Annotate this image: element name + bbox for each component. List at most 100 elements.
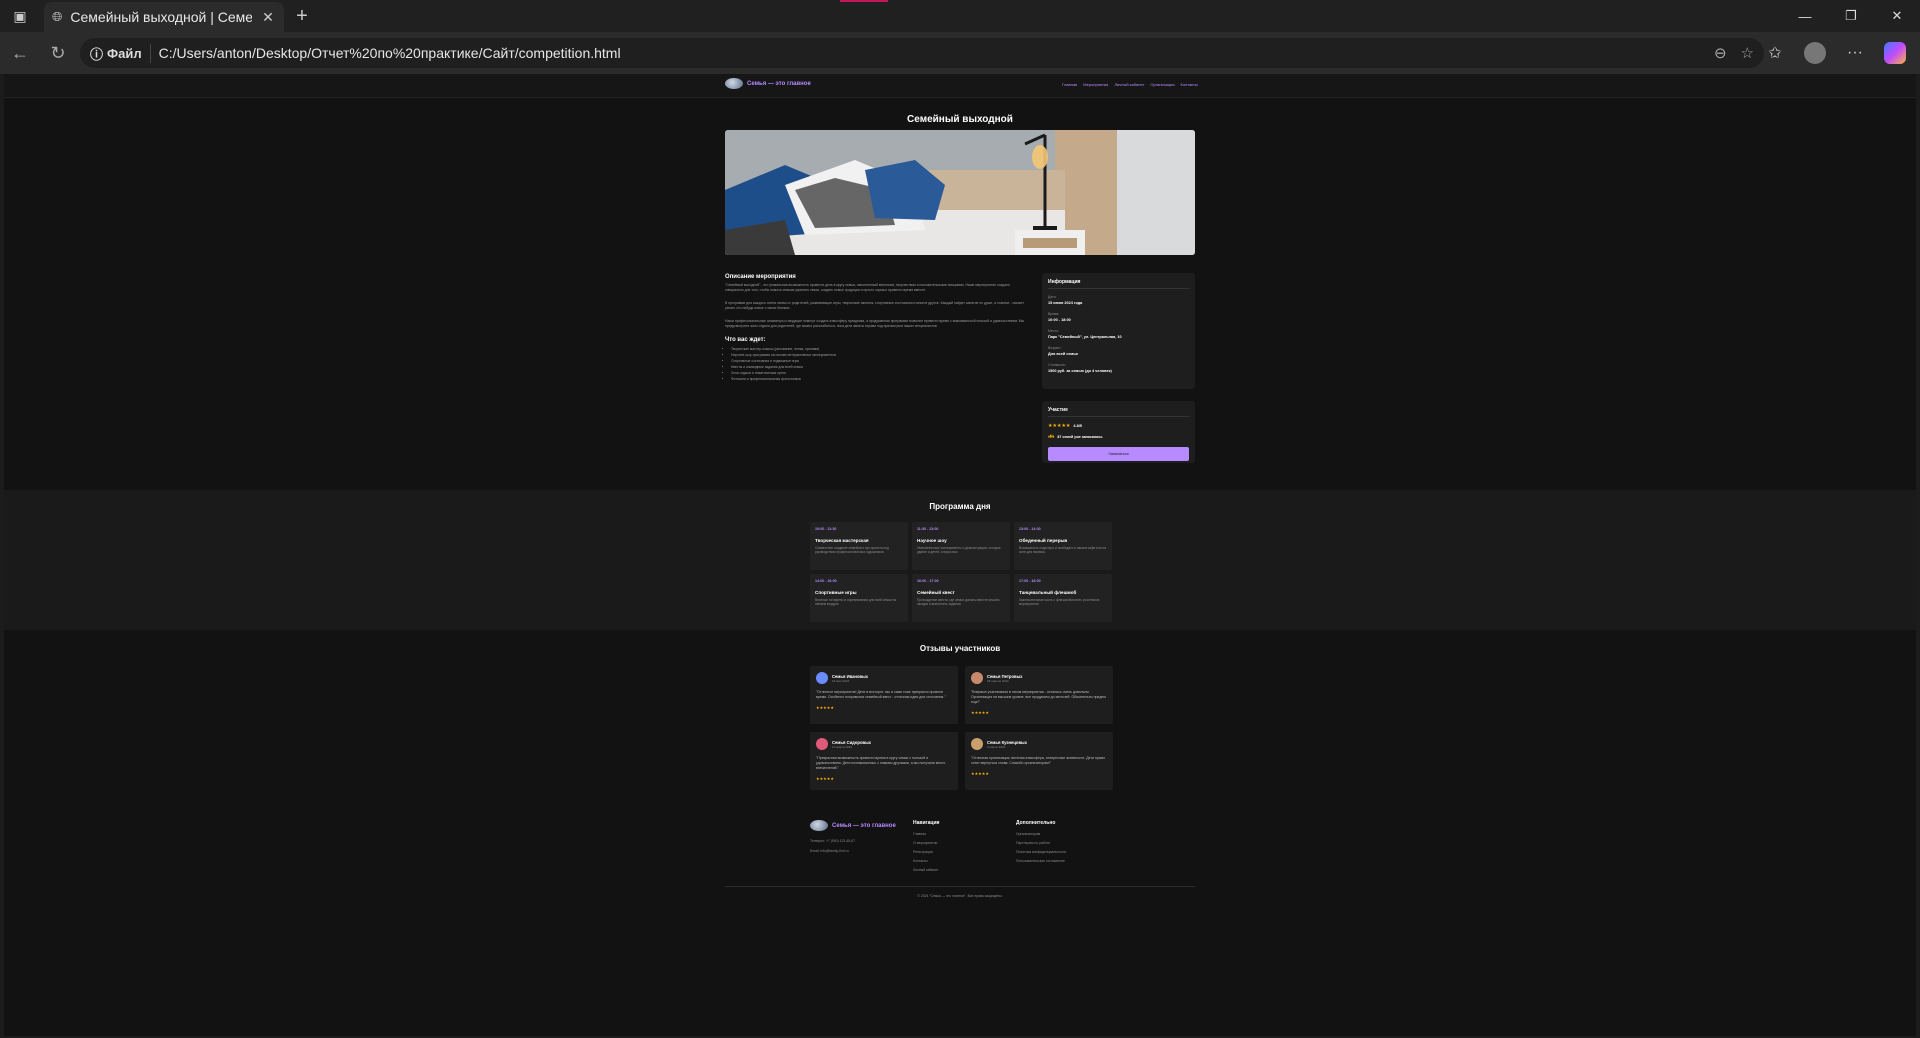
url-text[interactable]: C:/Users/anton/Desktop/Отчет%20по%20прак… [159, 45, 1706, 61]
site-logo[interactable]: Семья — это главное [725, 78, 811, 89]
footer-logo-text[interactable]: Семья — это главное [832, 823, 896, 829]
site-info-button[interactable]: ⓘ Файл [90, 43, 151, 63]
reload-icon[interactable]: ↻ [40, 35, 76, 71]
review-stars: ★★★★★ [971, 771, 989, 776]
copyright: © 2024 "Семья — это главное". Все права … [917, 894, 1003, 898]
back-icon[interactable]: ← [2, 35, 38, 71]
program-name: Спортивные игры [815, 590, 857, 595]
avatar [971, 672, 983, 684]
participants-count: 87 семей уже записались [1057, 435, 1103, 439]
copilot-icon[interactable] [1884, 42, 1906, 64]
favorites-icon[interactable]: ✩ [1760, 38, 1790, 68]
minimize-icon[interactable]: — [1782, 0, 1828, 32]
info-label: Место: [1048, 329, 1059, 333]
list-item: Фотозона и профессиональная фотосъемка [731, 376, 1029, 382]
program-name: Научное шоу [917, 538, 947, 543]
info-value: Парк "Семейный", ул. Центральная, 10 [1048, 335, 1122, 339]
avatar [816, 738, 828, 750]
reviews-title: Отзывы участников [919, 644, 1001, 653]
review-card: Семья Ивановых 15 мая 2024 "Отличное мер… [810, 666, 958, 724]
nav-events[interactable]: Мероприятия [1083, 82, 1108, 87]
close-window-icon[interactable]: ✕ [1874, 0, 1920, 32]
tab-title: Семейный выходной | Семейн [70, 9, 252, 25]
program-desc: Прохождение квеста, где семьи должны вме… [917, 598, 1000, 607]
review-author: Семья Ивановых [832, 673, 869, 679]
program-name: Семейный квест [917, 590, 955, 595]
review-date: 28 апреля 2024 [987, 678, 1009, 683]
program-time: 14:00 - 16:00 [815, 579, 837, 583]
program-desc: Заключительная часть с флешмобом всех уч… [1019, 598, 1100, 607]
program-time: 11:30 - 13:00 [917, 527, 939, 531]
address-bar: ← ↻ ⓘ Файл C:/Users/anton/Desktop/Отчет%… [0, 32, 1920, 74]
review-stars: ★★★★★ [816, 776, 834, 781]
review-stars: ★★★★★ [816, 705, 834, 710]
info-value: Для всей семьи [1048, 352, 1078, 356]
reviews-grid: Семья Ивановых 15 мая 2024 "Отличное мер… [810, 666, 1113, 790]
nav-home[interactable]: Главная [1062, 82, 1077, 87]
tab-actions-icon[interactable]: ▣ [0, 0, 40, 32]
description-paragraph: В программе для каждого члена семьи от р… [725, 301, 1024, 310]
program-card: 13:00 - 14:00 Обеденный перерыв Возможно… [1014, 522, 1112, 570]
info-card: Информация Дата: 15 июня 2024 года Время… [1042, 273, 1195, 389]
more-icon[interactable]: ··· [1840, 38, 1870, 68]
accent-bar [840, 0, 888, 2]
footer-link[interactable]: Регистрация [913, 850, 939, 854]
logo-text: Семья — это главное [747, 80, 811, 87]
tab-bar: ▣ 🌐︎ Семейный выходной | Семейн ✕ + — ❐ … [0, 0, 1920, 32]
page-title: Семейный выходной [907, 114, 1013, 125]
footer-link[interactable]: Контакты [913, 859, 939, 863]
nav-contacts[interactable]: Контакты [1181, 82, 1198, 87]
footer-email: Email: info@family-first.ru [810, 849, 849, 853]
omnibox[interactable]: ⓘ Файл C:/Users/anton/Desktop/Отчет%20по… [80, 38, 1764, 68]
close-icon[interactable]: ✕ [260, 9, 276, 26]
join-button[interactable]: Записаться [1048, 447, 1189, 461]
footer-phone: Телефон: +7 (900) 123-45-67 [810, 839, 856, 843]
site-nav: Главная Мероприятия Личный кабинет Орган… [1062, 82, 1198, 87]
footer-link[interactable]: Главная [913, 832, 939, 836]
footer-extra-title: Дополнительно [1016, 820, 1056, 826]
program-time: 16:00 - 17:00 [917, 579, 939, 583]
review-author: Семья Петровых [987, 673, 1023, 679]
footer-link[interactable]: Личный кабинет [913, 868, 939, 872]
nav-account[interactable]: Личный кабинет [1114, 82, 1144, 87]
rating-value: 4.8/5 [1073, 424, 1082, 428]
page-viewport: Семья — это главное Главная Мероприятия … [4, 74, 1916, 1036]
program-card: 16:00 - 17:00 Семейный квест Прохождение… [912, 574, 1010, 622]
footer-link[interactable]: Политика конфиденциальности [1016, 850, 1066, 854]
zoom-icon[interactable]: ⊖ [1714, 44, 1727, 62]
info-value: 1500 руб. за семью (до 4 человек) [1048, 369, 1112, 373]
nav-organization[interactable]: Организация [1150, 82, 1174, 87]
program-desc: Совместное создание семейного арт-проект… [815, 546, 889, 555]
review-author: Семья Кузнецовых [987, 739, 1027, 745]
info-label: Возраст: [1048, 346, 1062, 350]
program-name: Творческая мастерская [815, 538, 869, 543]
tab-active[interactable]: 🌐︎ Семейный выходной | Семейн ✕ [44, 2, 284, 32]
footer-link[interactable]: О мероприятии [913, 841, 939, 845]
participation-title: Участие [1048, 407, 1189, 417]
review-text: "Отличное мероприятие! Дети в восторге, … [816, 690, 946, 699]
profile-avatar[interactable] [1804, 42, 1826, 64]
site-header: Семья — это главное Главная Мероприятия … [4, 74, 1916, 98]
restore-icon[interactable]: ❐ [1828, 0, 1874, 32]
footer-link[interactable]: Партнерам по работе [1016, 841, 1066, 845]
footer-link[interactable]: Организаторам [1016, 832, 1066, 836]
description-paragraph: "Семейный выходной" - это уникальная воз… [725, 283, 1010, 292]
review-stars: ★★★★★ [971, 710, 989, 715]
info-icon: ⓘ [90, 46, 104, 62]
info-value: 10:00 - 18:00 [1048, 318, 1071, 322]
info-label: Стоимость: [1048, 363, 1066, 367]
program-name: Танцевальный флешмоб [1019, 590, 1077, 595]
star-icon[interactable]: ☆ [1741, 44, 1754, 62]
new-tab-button[interactable]: + [290, 4, 314, 28]
info-value: 15 июня 2024 года [1048, 301, 1083, 305]
logo-image [725, 78, 743, 89]
review-card: Семья Петровых 28 апреля 2024 "Впервые у… [965, 666, 1113, 724]
file-label: Файл [107, 45, 142, 61]
review-date: 5 марта 2024 [987, 744, 1006, 749]
participation-card: Участие ★★★★★ 4.8/5 👪︎ 87 семей уже запи… [1042, 401, 1195, 463]
review-card: Семья Сидоровых 10 марта 2024 "Прекрасна… [810, 732, 958, 790]
program-desc: Увлекательные эксперименты и демонстраци… [917, 546, 1001, 555]
program-section: Программа дня 10:00 - 11:30 Творческая м… [4, 490, 1916, 630]
footer-link[interactable]: Пользовательское соглашение [1016, 859, 1066, 863]
bedroom-photo [725, 130, 1195, 255]
